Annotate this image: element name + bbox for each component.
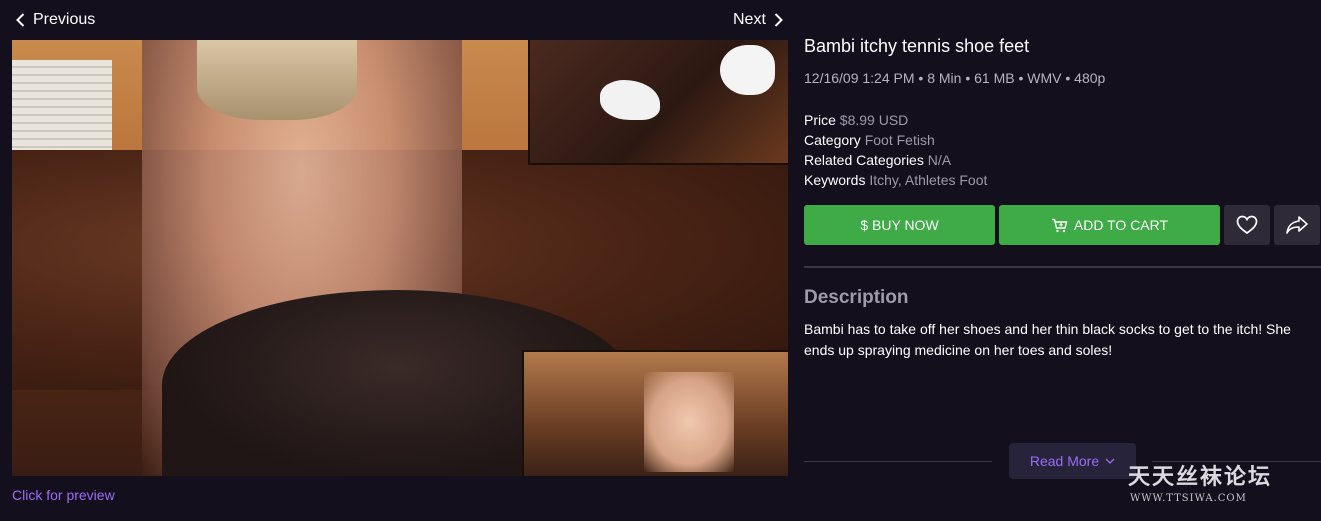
- detail-key: Price: [804, 112, 836, 128]
- video-preview-image[interactable]: [12, 40, 788, 476]
- watermark-url: WWW.TTSIWA.COM: [1130, 493, 1247, 504]
- add-to-cart-button[interactable]: ADD TO CART: [999, 205, 1220, 245]
- preview-inset-bottom: [522, 350, 788, 476]
- detail-value: N/A: [927, 152, 952, 168]
- add-to-cart-label: ADD TO CART: [1073, 217, 1169, 233]
- scene-hair: [197, 40, 357, 120]
- detail-price: Price $8.99 USD: [804, 110, 987, 130]
- description-heading: Description: [804, 287, 909, 308]
- detail-key: Related Categories: [804, 152, 924, 168]
- buy-now-button[interactable]: $ BUY NOW: [804, 205, 995, 245]
- share-button[interactable]: [1274, 205, 1320, 245]
- description-text: Bambi has to take off her shoes and her …: [804, 321, 1291, 358]
- scene-shoe: [720, 45, 775, 95]
- preview-link[interactable]: Click for preview: [12, 487, 115, 503]
- buy-now-label: $ BUY NOW: [860, 217, 939, 233]
- detail-category: Category Foot Fetish: [804, 130, 987, 150]
- detail-value[interactable]: Itchy, Athletes Foot: [869, 172, 987, 188]
- previous-label: Previous: [33, 11, 96, 28]
- detail-related-categories: Related Categories N/A: [804, 150, 987, 170]
- read-more-button[interactable]: Read More: [1009, 443, 1136, 479]
- product-details: Price $8.99 USD Category Foot Fetish Rel…: [804, 110, 987, 190]
- product-meta: 12/16/09 1:24 PM • 8 Min • 61 MB • WMV •…: [804, 70, 1106, 86]
- detail-value[interactable]: Foot Fetish: [865, 132, 935, 148]
- watermark-text: 天天丝袜论坛: [1128, 464, 1273, 490]
- chevron-left-icon: [16, 13, 25, 27]
- cart-icon: [1051, 218, 1068, 232]
- previous-link[interactable]: Previous: [16, 8, 95, 32]
- detail-key: Keywords: [804, 172, 866, 188]
- scene-shoe: [600, 80, 660, 120]
- preview-inset-top: [528, 40, 788, 165]
- next-label: Next: [733, 11, 766, 28]
- detail-keywords: Keywords Itchy, Athletes Foot: [804, 170, 987, 190]
- section-divider: [804, 266, 1321, 268]
- heart-icon: [1236, 215, 1258, 235]
- product-page: Previous Next Click for preview Bambi it…: [0, 0, 1321, 521]
- read-more-label: Read More: [1029, 453, 1100, 469]
- share-icon: [1286, 216, 1308, 234]
- site-watermark: 天天丝袜论坛 WWW.TTSIWA.COM: [1128, 459, 1288, 505]
- read-more-divider: [804, 461, 992, 462]
- detail-value: $8.99 USD: [839, 112, 909, 128]
- detail-key: Category: [804, 132, 861, 148]
- next-link[interactable]: Next: [733, 8, 783, 32]
- chevron-right-icon: [774, 13, 783, 27]
- favorite-button[interactable]: [1224, 205, 1270, 245]
- scene-foot: [644, 372, 734, 472]
- chevron-down-icon: [1105, 458, 1115, 464]
- product-title: Bambi itchy tennis shoe feet: [804, 36, 1030, 56]
